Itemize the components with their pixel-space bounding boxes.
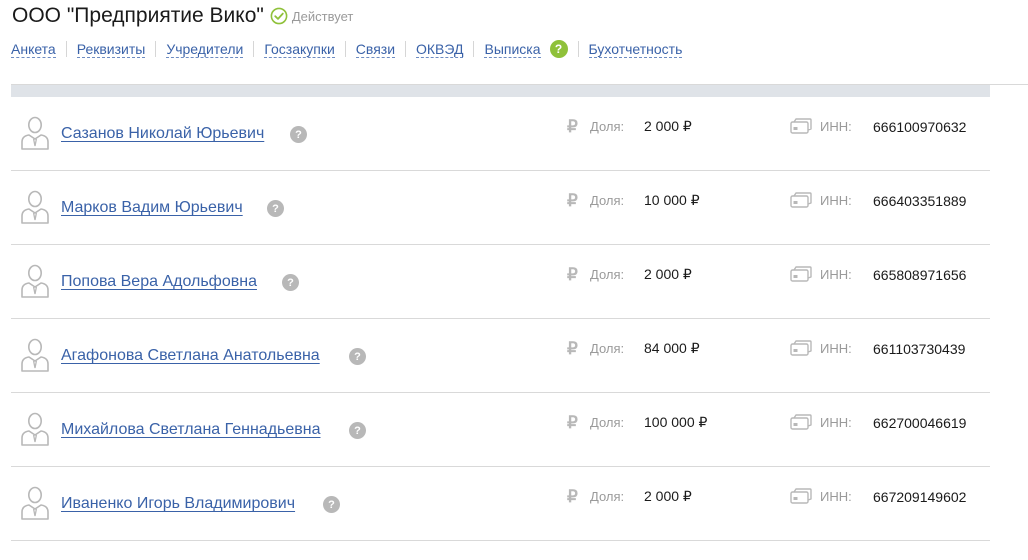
founders-list: Сазанов Николай Юрьевич ? ₽ Доля: 2 000 … bbox=[11, 97, 990, 541]
share-label: Доля: bbox=[590, 267, 625, 282]
tab-vypiska[interactable]: Выписка bbox=[484, 41, 541, 58]
inn-value: 666403351889 bbox=[873, 193, 967, 209]
tab-uchrediteli[interactable]: Учредители bbox=[166, 41, 244, 58]
check-circle-icon bbox=[270, 7, 288, 25]
inn-label: ИНН: bbox=[820, 193, 852, 208]
list-item: Попова Вера Адольфовна ? ₽ Доля: 2 000 ₽… bbox=[11, 245, 990, 319]
ruble-icon: ₽ bbox=[567, 413, 578, 432]
inn-label: ИНН: bbox=[820, 415, 852, 430]
tab-buhotchetnost[interactable]: Бухотчетность bbox=[588, 41, 683, 58]
status-badge: Действует bbox=[270, 7, 353, 25]
person-icon bbox=[21, 264, 49, 298]
share-label: Доля: bbox=[590, 193, 625, 208]
share-value: 84 000 ₽ bbox=[644, 340, 700, 356]
table-header-band bbox=[11, 85, 990, 97]
inn-value: 662700046619 bbox=[873, 415, 967, 431]
help-icon[interactable]: ? bbox=[549, 40, 568, 58]
list-item: Михайлова Светлана Геннадьевна ? ₽ Доля:… bbox=[11, 393, 990, 467]
ruble-icon: ₽ bbox=[567, 339, 578, 358]
person-icon bbox=[21, 116, 49, 150]
list-item: Агафонова Светлана Анатольевна ? ₽ Доля:… bbox=[11, 319, 990, 393]
ruble-icon: ₽ bbox=[567, 191, 578, 210]
page-header: ООО "Предприятие Вико" Действует bbox=[12, 4, 353, 28]
card-icon bbox=[790, 414, 812, 430]
share-value: 100 000 ₽ bbox=[644, 414, 708, 430]
share-label: Доля: bbox=[590, 415, 625, 430]
founder-name-link[interactable]: Агафонова Светлана Анатольевна bbox=[61, 347, 320, 365]
tab-divider bbox=[577, 41, 579, 57]
tab-divider bbox=[344, 41, 346, 57]
founder-name-link[interactable]: Попова Вера Адольфовна bbox=[61, 273, 257, 291]
tab-divider bbox=[155, 41, 157, 57]
share-value: 10 000 ₽ bbox=[644, 192, 700, 208]
tab-divider bbox=[473, 41, 475, 57]
inn-label: ИНН: bbox=[820, 119, 852, 134]
share-value: 2 000 ₽ bbox=[644, 266, 692, 282]
card-icon bbox=[790, 266, 812, 282]
tab-svyazi[interactable]: Связи bbox=[355, 41, 396, 58]
list-item: Марков Вадим Юрьевич ? ₽ Доля: 10 000 ₽ … bbox=[11, 171, 990, 245]
help-icon[interactable]: ? bbox=[267, 200, 284, 217]
person-icon bbox=[21, 190, 49, 224]
help-icon[interactable]: ? bbox=[282, 274, 299, 291]
share-label: Доля: bbox=[590, 489, 625, 504]
tab-divider bbox=[253, 41, 255, 57]
card-icon bbox=[790, 118, 812, 134]
founder-name-link[interactable]: Михайлова Светлана Геннадьевна bbox=[61, 421, 321, 439]
inn-label: ИНН: bbox=[820, 267, 852, 282]
share-value: 2 000 ₽ bbox=[644, 488, 692, 504]
inn-value: 667209149602 bbox=[873, 489, 967, 505]
founder-name-link[interactable]: Марков Вадим Юрьевич bbox=[61, 199, 243, 217]
inn-label: ИНН: bbox=[820, 489, 852, 504]
share-label: Доля: bbox=[590, 341, 625, 356]
card-icon bbox=[790, 340, 812, 356]
tab-rekvizity[interactable]: Реквизиты bbox=[76, 41, 146, 58]
share-label: Доля: bbox=[590, 119, 625, 134]
person-icon bbox=[21, 338, 49, 372]
card-icon bbox=[790, 488, 812, 504]
founder-name-link[interactable]: Сазанов Николай Юрьевич bbox=[61, 125, 264, 143]
tab-okved[interactable]: ОКВЭД bbox=[416, 41, 464, 58]
list-item: Иваненко Игорь Владимирович ? ₽ Доля: 2 … bbox=[11, 467, 990, 541]
inn-value: 666100970632 bbox=[873, 119, 967, 135]
share-value: 2 000 ₽ bbox=[644, 118, 692, 134]
inn-value: 661103730439 bbox=[873, 341, 966, 357]
help-icon[interactable]: ? bbox=[349, 422, 366, 439]
help-icon[interactable]: ? bbox=[323, 496, 340, 513]
inn-value: 665808971656 bbox=[873, 267, 967, 283]
help-icon[interactable]: ? bbox=[349, 348, 366, 365]
section-tabs: Анкета Реквизиты Учредители Госзакупки С… bbox=[11, 40, 683, 58]
person-icon bbox=[21, 486, 49, 520]
inn-label: ИНН: bbox=[820, 341, 852, 356]
company-title: ООО "Предприятие Вико" bbox=[12, 4, 264, 27]
person-icon bbox=[21, 412, 49, 446]
tab-divider bbox=[405, 41, 407, 57]
tab-goszakupki[interactable]: Госзакупки bbox=[264, 41, 335, 58]
help-icon[interactable]: ? bbox=[290, 126, 307, 143]
founder-name-link[interactable]: Иваненко Игорь Владимирович bbox=[61, 495, 295, 513]
list-item: Сазанов Николай Юрьевич ? ₽ Доля: 2 000 … bbox=[11, 97, 990, 171]
card-icon bbox=[790, 192, 812, 208]
ruble-icon: ₽ bbox=[567, 265, 578, 284]
tab-anketa[interactable]: Анкета bbox=[11, 41, 56, 58]
ruble-icon: ₽ bbox=[567, 487, 578, 506]
tab-divider bbox=[65, 41, 67, 57]
ruble-icon: ₽ bbox=[567, 117, 578, 136]
status-text: Действует bbox=[291, 8, 354, 24]
